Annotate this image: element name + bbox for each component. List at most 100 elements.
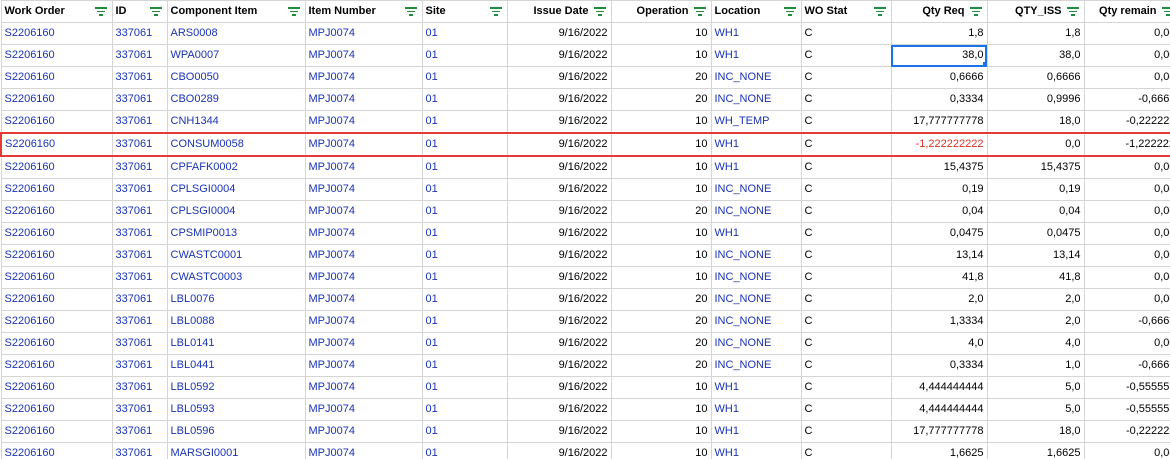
table-cell[interactable]: INC_NONE: [710, 310, 802, 333]
table-cell[interactable]: C: [800, 155, 892, 179]
table-row[interactable]: S2206160 337061 CWASTC0003 MPJ0074 01 9/16/20…: [0, 266, 1170, 289]
table-cell[interactable]: 17,777777778: [890, 420, 988, 443]
table-cell[interactable]: 18,0: [986, 110, 1085, 134]
table-cell[interactable]: -0,6666: [1083, 310, 1170, 333]
table-cell[interactable]: 01: [421, 288, 508, 311]
table-row[interactable]: S2206160 337061 CBO0050 MPJ0074 01 9/16/2022 2…: [0, 66, 1170, 89]
table-cell[interactable]: WH1: [710, 44, 802, 67]
table-cell[interactable]: 20: [610, 288, 712, 311]
table-cell[interactable]: WH1: [710, 376, 802, 399]
column-header[interactable]: Item Number: [304, 0, 423, 23]
table-cell[interactable]: 10: [610, 442, 712, 459]
table-cell[interactable]: C: [800, 420, 892, 443]
table-cell[interactable]: 01: [421, 132, 508, 157]
table-cell[interactable]: 1,8: [890, 22, 988, 45]
table-cell[interactable]: 9/16/2022: [506, 244, 612, 267]
table-cell[interactable]: 9/16/2022: [506, 222, 612, 245]
table-cell[interactable]: 0,0475: [890, 222, 988, 245]
table-cell[interactable]: MPJ0074: [304, 44, 423, 67]
table-cell[interactable]: 15,4375: [986, 155, 1085, 179]
table-cell[interactable]: S2206160: [0, 44, 113, 67]
table-cell[interactable]: 10: [610, 266, 712, 289]
table-cell[interactable]: WH1: [710, 22, 802, 45]
table-cell[interactable]: S2206160: [0, 310, 113, 333]
table-cell[interactable]: 337061: [111, 178, 168, 201]
table-cell[interactable]: C: [800, 354, 892, 377]
table-cell[interactable]: 9/16/2022: [506, 420, 612, 443]
table-row[interactable]: S2206160 337061 LBL0076 MPJ0074 01 9/16/2022 2…: [0, 288, 1170, 311]
table-cell[interactable]: 1,8: [986, 22, 1085, 45]
table-cell[interactable]: 9/16/2022: [506, 22, 612, 45]
table-cell[interactable]: C: [800, 200, 892, 223]
table-cell[interactable]: 10: [610, 398, 712, 421]
table-cell[interactable]: 01: [421, 398, 508, 421]
table-cell[interactable]: C: [800, 376, 892, 399]
table-cell[interactable]: 01: [421, 420, 508, 443]
table-cell[interactable]: MPJ0074: [304, 222, 423, 245]
table-row[interactable]: S2206160 337061 WPA0007 MPJ0074 01 9/16/2022 1…: [0, 44, 1170, 67]
column-header[interactable]: WO Stat: [800, 0, 892, 23]
table-cell[interactable]: S2206160: [0, 288, 113, 311]
table-cell[interactable]: INC_NONE: [710, 178, 802, 201]
table-cell[interactable]: LBL0596: [166, 420, 306, 443]
table-cell[interactable]: 20: [610, 310, 712, 333]
table-row[interactable]: S2206160 337061 LBL0441 MPJ0074 01 9/16/2022 2…: [0, 354, 1170, 377]
table-row[interactable]: S2206160 337061 LBL0592 MPJ0074 01 9/16/2022 1…: [0, 376, 1170, 399]
table-cell[interactable]: 41,8: [986, 266, 1085, 289]
table-cell[interactable]: 9/16/2022: [506, 266, 612, 289]
table-cell[interactable]: 10: [610, 44, 712, 67]
table-cell[interactable]: 10: [610, 178, 712, 201]
table-cell[interactable]: 01: [421, 354, 508, 377]
table-row[interactable]: S2206160 337061 LBL0593 MPJ0074 01 9/16/2022 1…: [0, 398, 1170, 421]
table-cell[interactable]: S2206160: [0, 398, 113, 421]
table-cell[interactable]: C: [800, 222, 892, 245]
table-cell[interactable]: CPLSGI0004: [166, 178, 306, 201]
table-cell[interactable]: MPJ0074: [304, 244, 423, 267]
table-cell[interactable]: C: [800, 244, 892, 267]
table-cell[interactable]: 0,6666: [890, 66, 988, 89]
table-cell[interactable]: 0,19: [890, 178, 988, 201]
table-cell[interactable]: 0,19: [986, 178, 1085, 201]
table-cell[interactable]: MPJ0074: [304, 442, 423, 459]
table-cell[interactable]: 01: [421, 222, 508, 245]
table-cell[interactable]: WH1: [710, 222, 802, 245]
table-cell[interactable]: 337061: [111, 266, 168, 289]
table-cell[interactable]: WH1: [710, 442, 802, 459]
filter-icon[interactable]: [593, 6, 606, 16]
table-cell[interactable]: CWASTC0003: [166, 266, 306, 289]
table-cell[interactable]: S2206160: [0, 244, 113, 267]
table-cell[interactable]: 0,00: [1083, 200, 1170, 223]
table-cell[interactable]: 01: [421, 332, 508, 355]
table-cell[interactable]: CWASTC0001: [166, 244, 306, 267]
table-cell[interactable]: WH1: [710, 420, 802, 443]
table-cell[interactable]: -0,222222: [1083, 420, 1170, 443]
table-cell[interactable]: 13,14: [986, 244, 1085, 267]
table-cell[interactable]: 18,0: [986, 420, 1085, 443]
table-cell[interactable]: 20: [610, 66, 712, 89]
table-cell[interactable]: 337061: [111, 22, 168, 45]
table-cell[interactable]: 10: [610, 222, 712, 245]
table-cell[interactable]: C: [800, 44, 892, 67]
table-cell[interactable]: LBL0076: [166, 288, 306, 311]
table-cell[interactable]: MPJ0074: [304, 88, 423, 111]
table-cell[interactable]: 9/16/2022: [506, 310, 612, 333]
table-cell[interactable]: INC_NONE: [710, 332, 802, 355]
table-cell[interactable]: S2206160: [0, 155, 113, 179]
table-cell[interactable]: S2206160: [0, 222, 113, 245]
table-cell[interactable]: 0,6666: [986, 66, 1085, 89]
table-cell[interactable]: 9/16/2022: [506, 66, 612, 89]
filter-icon[interactable]: [969, 6, 982, 16]
table-cell[interactable]: S2206160: [0, 178, 113, 201]
table-cell[interactable]: 0,3334: [890, 88, 988, 111]
filter-icon[interactable]: [149, 6, 162, 16]
table-cell[interactable]: 0,9996: [986, 88, 1085, 111]
table-cell[interactable]: 9/16/2022: [506, 178, 612, 201]
table-cell[interactable]: 9/16/2022: [506, 88, 612, 111]
table-cell[interactable]: 10: [610, 420, 712, 443]
table-cell[interactable]: 10: [610, 376, 712, 399]
column-header[interactable]: Qty remain: [1083, 0, 1170, 23]
column-header[interactable]: Component Item: [166, 0, 306, 23]
table-cell[interactable]: 10: [610, 132, 712, 157]
table-cell[interactable]: C: [800, 178, 892, 201]
table-cell[interactable]: 10: [610, 155, 712, 179]
